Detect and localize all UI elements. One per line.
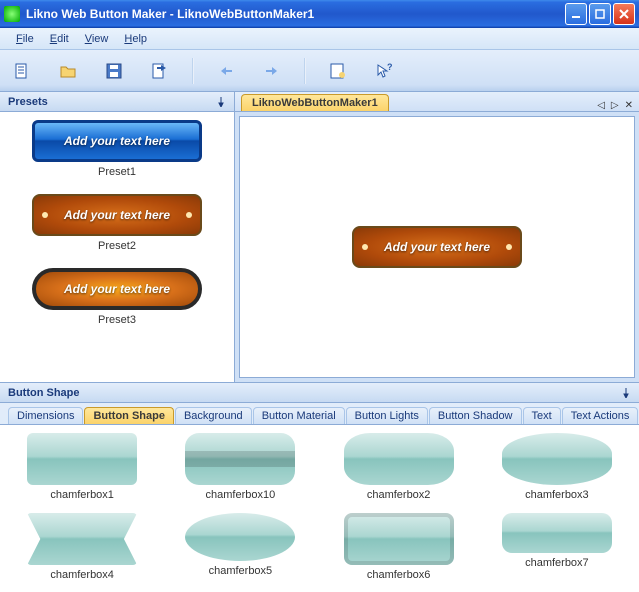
chamferbox4-thumb[interactable] — [27, 513, 137, 565]
titlebar[interactable]: Likno Web Button Maker - LiknoWebButtonM… — [0, 0, 639, 28]
shape-label: chamferbox10 — [170, 489, 310, 501]
minimize-button[interactable] — [565, 3, 587, 25]
close-button[interactable] — [613, 3, 635, 25]
new-file-icon — [13, 62, 31, 80]
minimize-icon — [571, 9, 581, 19]
menu-help[interactable]: Help — [116, 31, 155, 47]
doc-nav-controls: ◁ ▷ ✕ — [597, 100, 633, 111]
menu-edit[interactable]: Edit — [42, 31, 77, 47]
presets-panel: Presets Add your text here Preset1 Add y… — [0, 92, 235, 382]
shape-label: chamferbox6 — [329, 569, 469, 581]
preset-item-3[interactable]: Add your text here Preset3 — [8, 268, 226, 326]
menu-view[interactable]: View — [77, 31, 117, 47]
tab-background[interactable]: Background — [175, 407, 252, 424]
chamferbox5-thumb[interactable] — [185, 513, 295, 561]
shape-chamferbox3[interactable]: chamferbox3 — [487, 433, 627, 501]
export-button[interactable] — [146, 57, 174, 85]
shape-chamferbox7[interactable]: chamferbox7 — [487, 513, 627, 581]
options-icon — [329, 62, 347, 80]
tab-text-actions[interactable]: Text Actions — [562, 407, 639, 424]
button-shape-panel: Button Shape Dimensions Button Shape Bac… — [0, 382, 639, 592]
tab-next-icon[interactable]: ▷ — [611, 100, 619, 111]
shape-label: chamferbox1 — [12, 489, 152, 501]
presets-header: Presets — [0, 92, 234, 112]
help-button[interactable]: ? — [370, 57, 398, 85]
shape-label: chamferbox5 — [170, 565, 310, 577]
shape-chamferbox4[interactable]: chamferbox4 — [12, 513, 152, 581]
app-icon — [4, 6, 20, 22]
save-button[interactable] — [100, 57, 128, 85]
menubar: File Edit View Help — [0, 28, 639, 50]
undo-icon — [217, 62, 235, 80]
redo-button[interactable] — [258, 57, 286, 85]
preset-item-1[interactable]: Add your text here Preset1 — [8, 120, 226, 178]
shape-label: chamferbox3 — [487, 489, 627, 501]
canvas[interactable]: Add your text here — [239, 116, 635, 378]
canvas-area: LiknoWebButtonMaker1 ◁ ▷ ✕ Add your text… — [235, 92, 639, 382]
chamferbox6-thumb[interactable] — [344, 513, 454, 565]
presets-list[interactable]: Add your text here Preset1 Add your text… — [0, 112, 234, 382]
chamferbox3-thumb[interactable] — [502, 433, 612, 485]
maximize-button[interactable] — [589, 3, 611, 25]
preset3-label: Preset3 — [8, 314, 226, 326]
tab-prev-icon[interactable]: ◁ — [597, 100, 605, 111]
menu-file[interactable]: File — [8, 31, 42, 47]
chamferbox7-thumb[interactable] — [502, 513, 612, 553]
doc-tab-1[interactable]: LiknoWebButtonMaker1 — [241, 94, 389, 111]
close-icon — [619, 9, 629, 19]
folder-open-icon — [59, 62, 77, 80]
redo-icon — [263, 62, 281, 80]
preset3-thumb[interactable]: Add your text here — [32, 268, 202, 310]
open-button[interactable] — [54, 57, 82, 85]
tab-button-lights[interactable]: Button Lights — [346, 407, 428, 424]
new-button[interactable] — [8, 57, 36, 85]
toolbar-separator — [304, 58, 306, 84]
chamferbox2-thumb[interactable] — [344, 433, 454, 485]
shape-chamferbox5[interactable]: chamferbox5 — [170, 513, 310, 581]
tab-dimensions[interactable]: Dimensions — [8, 407, 83, 424]
tab-button-shape[interactable]: Button Shape — [84, 407, 174, 424]
shape-label: chamferbox4 — [12, 569, 152, 581]
shape-panel-header: Button Shape — [0, 383, 639, 403]
preset-item-2[interactable]: Add your text here Preset2 — [8, 194, 226, 252]
maximize-icon — [595, 9, 605, 19]
presets-title: Presets — [8, 96, 48, 108]
shape-label: chamferbox2 — [329, 489, 469, 501]
preset2-thumb[interactable]: Add your text here — [32, 194, 202, 236]
preset1-thumb[interactable]: Add your text here — [32, 120, 202, 162]
toolbar-separator — [192, 58, 194, 84]
export-icon — [151, 62, 169, 80]
save-icon — [105, 62, 123, 80]
help-pointer-icon: ? — [375, 62, 393, 80]
shapes-body[interactable]: chamferbox1 chamferbox10 chamferbox2 cha… — [0, 425, 639, 592]
shape-tabs: Dimensions Button Shape Background Butto… — [0, 403, 639, 425]
toolbar: ? — [0, 50, 639, 92]
pin-icon[interactable] — [621, 388, 631, 398]
shape-chamferbox2[interactable]: chamferbox2 — [329, 433, 469, 501]
shape-label: chamferbox7 — [487, 557, 627, 569]
tab-text[interactable]: Text — [523, 407, 561, 424]
chamferbox10-thumb[interactable] — [185, 433, 295, 485]
shape-chamferbox10[interactable]: chamferbox10 — [170, 433, 310, 501]
tab-button-shadow[interactable]: Button Shadow — [429, 407, 522, 424]
tab-button-material[interactable]: Button Material — [253, 407, 345, 424]
shape-chamferbox6[interactable]: chamferbox6 — [329, 513, 469, 581]
svg-text:?: ? — [387, 62, 393, 72]
doc-tabs: LiknoWebButtonMaker1 ◁ ▷ ✕ — [235, 92, 639, 112]
pin-icon[interactable] — [216, 97, 226, 107]
shape-panel-title: Button Shape — [8, 387, 80, 399]
canvas-button-preview[interactable]: Add your text here — [352, 226, 522, 268]
window-title: Likno Web Button Maker - LiknoWebButtonM… — [26, 7, 563, 21]
shape-chamferbox1[interactable]: chamferbox1 — [12, 433, 152, 501]
tab-close-icon[interactable]: ✕ — [625, 100, 633, 111]
options-button[interactable] — [324, 57, 352, 85]
preset2-label: Preset2 — [8, 240, 226, 252]
preset1-label: Preset1 — [8, 166, 226, 178]
undo-button[interactable] — [212, 57, 240, 85]
chamferbox1-thumb[interactable] — [27, 433, 137, 485]
